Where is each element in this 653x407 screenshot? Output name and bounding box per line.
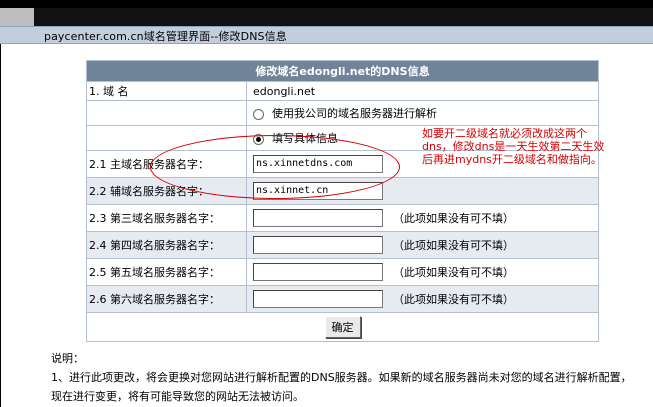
- submit-row: 确定: [86, 312, 599, 342]
- domain-row: 1. 域 名 edongli.net: [86, 81, 599, 101]
- ns-label: 2.5 第五域名服务器名字：: [86, 258, 247, 286]
- radio-use-ours-button[interactable]: [253, 108, 264, 120]
- ns-row-4: 2.4 第四域名服务器名字： （此项如果没有可不填）: [86, 231, 599, 259]
- optional-note: （此项如果没有可不填）: [393, 212, 514, 225]
- top-bar: [0, 0, 653, 8]
- banner-bar: [34, 8, 653, 26]
- domain-value: edongli.net: [246, 81, 599, 101]
- ns-row-3: 2.3 第三域名服务器名字： （此项如果没有可不填）: [86, 204, 599, 232]
- explanation-item-1: 1、进行此项更改，将会更换对您网站进行解析配置的DNS服务器。如果新的域名服务器…: [51, 371, 632, 403]
- ns-label: 2.3 第三域名服务器名字：: [86, 204, 247, 232]
- explanation: 说明： 1、进行此项更改，将会更换对您网站进行解析配置的DNS服务器。如果新的域…: [51, 349, 641, 406]
- form-title: 修改域名edongli.net的DNS信息: [86, 60, 599, 82]
- ns-label: 2.6 第六域名服务器名字：: [86, 285, 247, 313]
- ns5-input[interactable]: [253, 263, 383, 281]
- radio-row-use-ours: 使用我公司的域名服务器进行解析: [86, 100, 599, 126]
- top-left-block: [0, 8, 34, 26]
- optional-note: （此项如果没有可不填）: [393, 239, 514, 252]
- ns-label: 2.4 第四域名服务器名字：: [86, 231, 247, 259]
- optional-note: （此项如果没有可不填）: [393, 293, 514, 306]
- submit-button[interactable]: 确定: [324, 316, 361, 338]
- optional-note: （此项如果没有可不填）: [393, 266, 514, 279]
- ns-row-5: 2.5 第五域名服务器名字： （此项如果没有可不填）: [86, 258, 599, 286]
- annotation-ellipse: [150, 135, 400, 199]
- breadcrumb-bar: paycenter.com.cn域名管理界面--修改DNS信息: [0, 26, 653, 44]
- explanation-heading: 说明：: [51, 352, 84, 365]
- annotation-text: 如要开二级域名就必须改成这两个dns，修改dns是一天生效第二天生效后再进myd…: [422, 127, 605, 166]
- ns4-input[interactable]: [253, 236, 383, 254]
- dns-form: 修改域名edongli.net的DNS信息 1. 域 名 edongli.net…: [86, 60, 599, 342]
- ns6-input[interactable]: [253, 290, 383, 308]
- radio-use-ours-label: 使用我公司的域名服务器进行解析: [272, 107, 437, 120]
- ns-row-6: 2.6 第六域名服务器名字： （此项如果没有可不填）: [86, 285, 599, 313]
- radio-use-ours[interactable]: 使用我公司的域名服务器进行解析: [246, 100, 599, 126]
- window-left-edge: [0, 0, 1, 407]
- domain-label: 1. 域 名: [86, 81, 247, 101]
- ns3-input[interactable]: [253, 209, 383, 227]
- form-header-row: 修改域名edongli.net的DNS信息: [86, 60, 599, 82]
- breadcrumb: paycenter.com.cn域名管理界面--修改DNS信息: [44, 30, 287, 43]
